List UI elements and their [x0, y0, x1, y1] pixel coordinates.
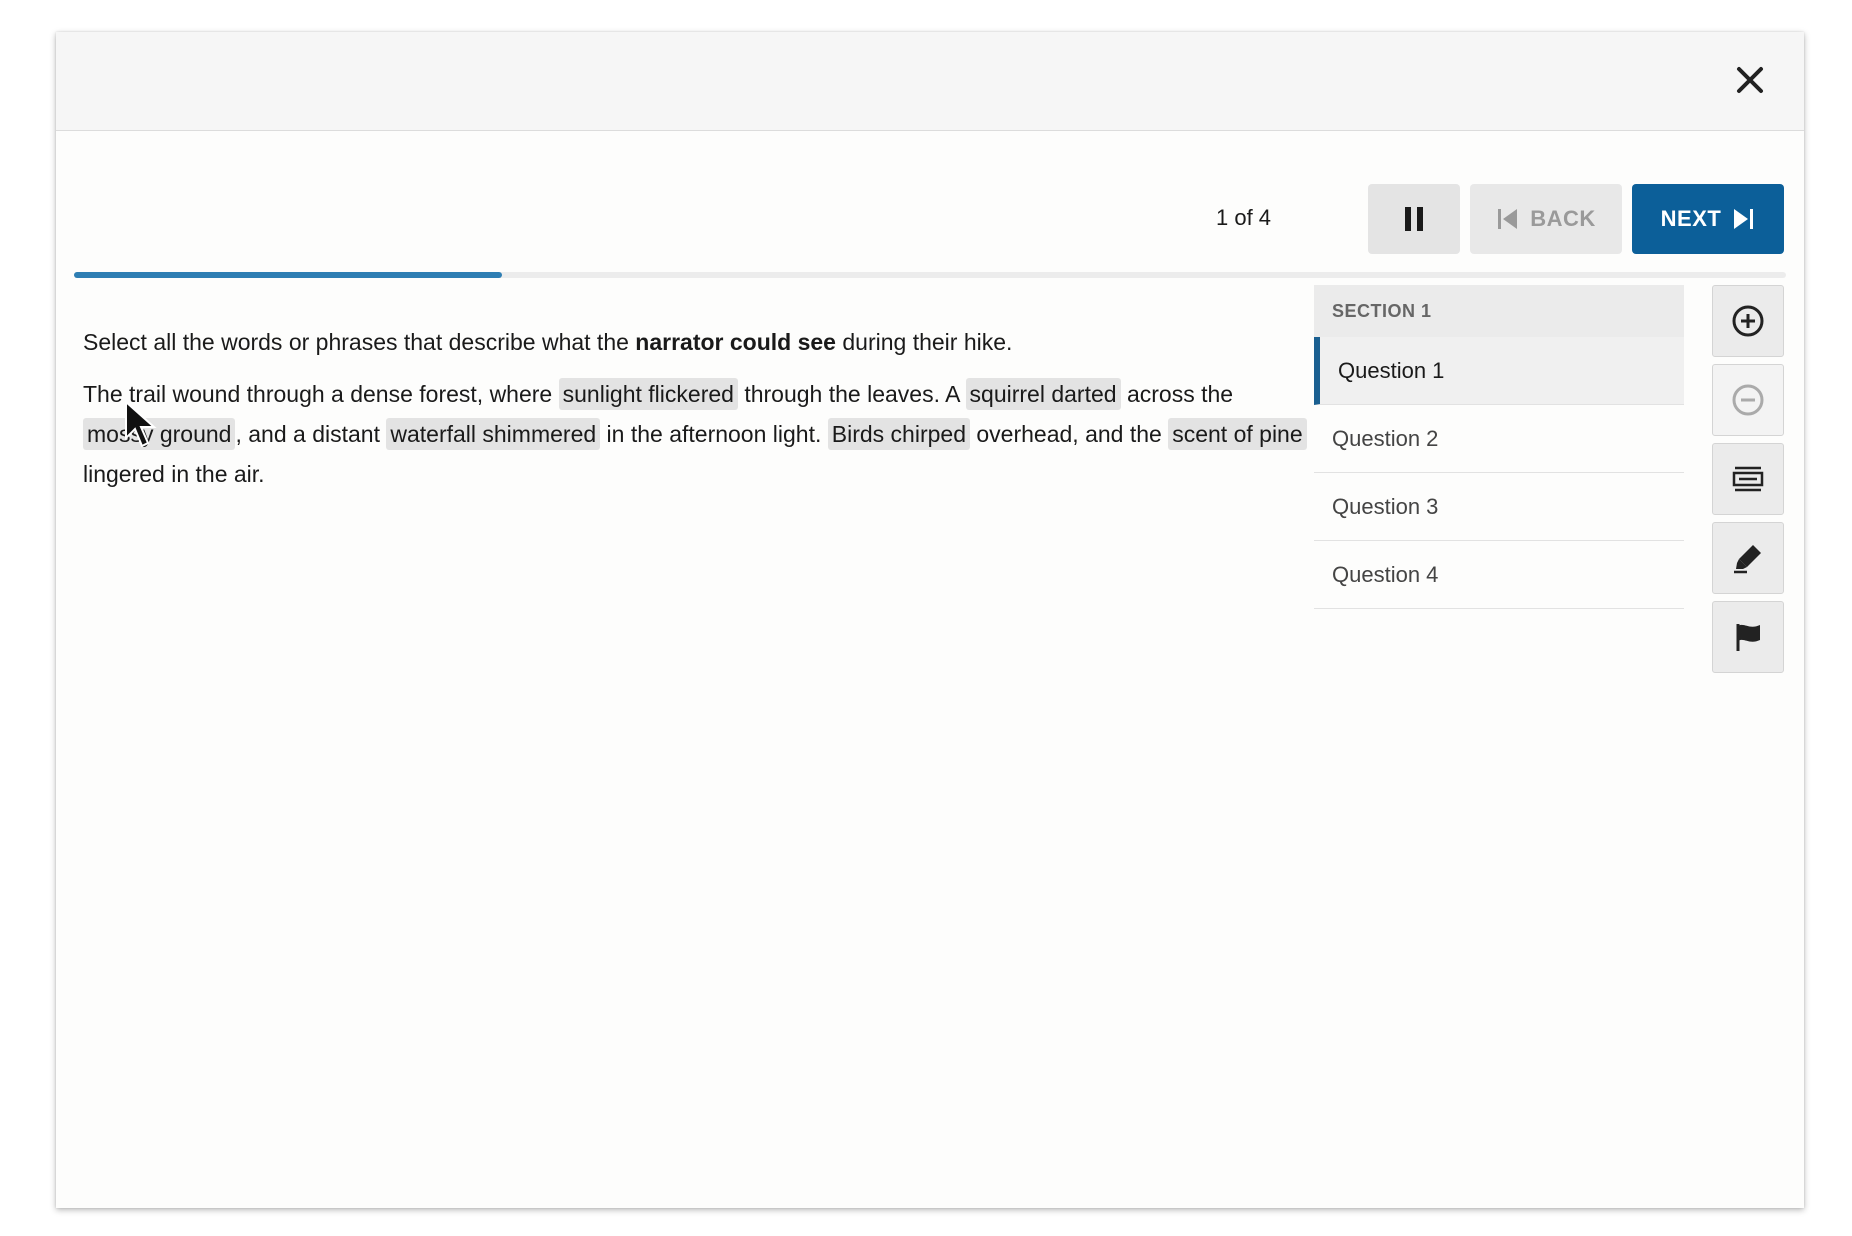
selectable-phrase[interactable]: waterfall shimmered — [386, 418, 601, 450]
selectable-phrase[interactable]: sunlight flickered — [558, 378, 738, 410]
passage-text: through the leaves. A — [737, 381, 966, 407]
back-button[interactable]: BACK — [1470, 184, 1622, 254]
prompt-text-end: during their hike. — [835, 329, 1013, 355]
pause-button[interactable] — [1368, 184, 1460, 254]
navigation-toolbar: 1 of 4 BACK NEXT — [56, 130, 1804, 280]
selectable-phrase[interactable]: squirrel darted — [965, 378, 1121, 410]
selectable-phrase[interactable]: Birds chirped — [827, 418, 970, 450]
question-nav-item-1[interactable]: Question 1 — [1314, 337, 1684, 405]
close-icon — [1737, 67, 1763, 93]
tool-panel — [1712, 285, 1786, 680]
passage-text: lingered in the air. — [83, 461, 265, 487]
passage-text: in the afternoon light. — [600, 421, 828, 447]
test-dialog: 1 of 4 BACK NEXT Select all the words or… — [56, 32, 1804, 1208]
question-content: Select all the words or phrases that des… — [83, 302, 1353, 494]
line-reader-icon — [1732, 466, 1764, 492]
progress-bar — [74, 272, 1786, 278]
flag-button[interactable] — [1712, 601, 1784, 673]
skip-back-icon — [1498, 209, 1518, 229]
zoom-out-button[interactable] — [1712, 364, 1784, 436]
question-nav-item-3[interactable]: Question 3 — [1314, 473, 1684, 541]
progress-fill — [74, 272, 502, 278]
passage-text: overhead, and the — [970, 421, 1169, 447]
highlighter-button[interactable] — [1712, 522, 1784, 594]
zoom-out-icon — [1732, 384, 1764, 416]
back-button-label: BACK — [1530, 206, 1596, 231]
passage-text: , and a distant — [235, 421, 387, 447]
selectable-phrase[interactable]: scent of pine — [1168, 418, 1307, 450]
dialog-header — [56, 32, 1804, 131]
section-header: SECTION 1 — [1314, 285, 1684, 337]
line-reader-button[interactable] — [1712, 443, 1784, 515]
pause-icon — [1405, 207, 1423, 231]
next-button-label: NEXT — [1660, 206, 1722, 231]
question-nav-item-2[interactable]: Question 2 — [1314, 405, 1684, 473]
zoom-in-button[interactable] — [1712, 285, 1784, 357]
reading-passage: The trail wound through a dense forest, … — [83, 374, 1353, 494]
prompt-emphasis: narrator could see — [635, 329, 836, 355]
flag-icon — [1736, 624, 1760, 651]
next-button[interactable]: NEXT — [1632, 184, 1784, 254]
question-counter: 1 of 4 — [1216, 205, 1272, 230]
question-prompt: Select all the words or phrases that des… — [83, 326, 1353, 358]
highlighter-icon — [1734, 545, 1761, 574]
question-navigator: SECTION 1 Question 1 Question 2 Question… — [1314, 285, 1684, 609]
question-nav-item-4[interactable]: Question 4 — [1314, 541, 1684, 609]
passage-text: across the — [1120, 381, 1234, 407]
close-button[interactable] — [1724, 54, 1776, 106]
mouse-cursor-icon — [125, 400, 157, 448]
prompt-text: Select all the words or phrases that des… — [83, 329, 636, 355]
skip-next-icon — [1734, 209, 1754, 229]
zoom-in-icon — [1732, 305, 1764, 337]
selectable-phrase[interactable]: mossy ground — [83, 418, 236, 450]
